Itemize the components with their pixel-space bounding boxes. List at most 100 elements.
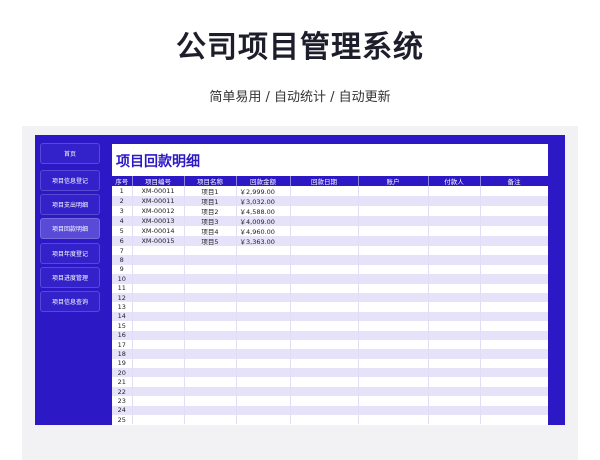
table-row[interactable]: 18 (112, 349, 548, 359)
table-cell (358, 264, 429, 275)
column-header: 项目编号 (132, 176, 185, 186)
table-cell (358, 292, 429, 303)
column-header: 回款日期 (290, 176, 359, 186)
table-cell (358, 206, 429, 216)
table-cell (358, 226, 429, 236)
table-cell (290, 302, 359, 312)
table-cell: 17 (112, 339, 133, 350)
table-row[interactable]: 17 (112, 339, 548, 350)
table-cell (480, 206, 548, 216)
table-cell (428, 377, 481, 387)
table-row[interactable]: 24 (112, 405, 548, 416)
table-cell (236, 339, 291, 350)
table-row[interactable]: 15 (112, 321, 548, 331)
table-cell: XM-00011 (132, 196, 185, 206)
table-cell: 项目1 (184, 196, 237, 206)
table-cell: 4 (112, 216, 133, 226)
table-cell (428, 405, 481, 416)
table-cell (290, 396, 359, 406)
table-cell (290, 349, 359, 359)
table-row[interactable]: 9 (112, 264, 548, 275)
table-cell (428, 264, 481, 275)
section-title: 项目回款明细 (116, 154, 200, 170)
table-cell (132, 302, 185, 312)
table-cell (428, 349, 481, 359)
table-row[interactable]: 20 (112, 368, 548, 378)
table-cell (290, 292, 359, 303)
table-row[interactable]: 25 (112, 415, 548, 425)
table-cell (236, 264, 291, 275)
table-row[interactable]: 19 (112, 358, 548, 369)
column-header: 付款人 (428, 176, 481, 186)
sidebar-item-annual-register[interactable]: 项目年度登记 (40, 242, 100, 264)
sidebar-item-project-register[interactable]: 项目信息登记 (40, 170, 100, 191)
table-cell (132, 321, 185, 331)
sidebar-item-query[interactable]: 项目信息查询 (40, 290, 100, 312)
table-cell (290, 311, 359, 322)
table-cell (428, 255, 481, 265)
table-cell: XM-00013 (132, 216, 185, 226)
sidebar-item-label: 项目信息查询 (51, 298, 88, 306)
table-row[interactable]: 10 (112, 274, 548, 284)
column-header: 项目名称 (184, 176, 237, 186)
table-cell: 项目1 (184, 186, 237, 196)
table-cell (132, 283, 185, 293)
table-cell (358, 405, 429, 416)
table-cell (428, 330, 481, 340)
table-cell (480, 264, 548, 275)
table-row[interactable]: 8 (112, 255, 548, 265)
table-row[interactable]: 3 XM-00012 项目2 ￥4,588.00 (112, 206, 548, 216)
table-cell (236, 415, 291, 425)
table-cell (184, 405, 237, 416)
table-row[interactable]: 16 (112, 330, 548, 340)
table-cell (480, 274, 548, 284)
table-row[interactable]: 2 XM-00011 项目1 ￥3,032.00 (112, 196, 548, 206)
table-cell (480, 368, 548, 378)
table-cell (290, 255, 359, 265)
table-row[interactable]: 1 XM-00011 项目1 ￥2,999.00 (112, 186, 548, 196)
table-row[interactable]: 12 (112, 292, 548, 303)
table-cell (184, 339, 237, 350)
table-cell (184, 349, 237, 359)
sidebar-item-payment-detail[interactable]: 项目回款明细 (40, 218, 100, 240)
sidebar-item-home[interactable]: 首页 (40, 143, 100, 164)
table-cell (428, 196, 481, 206)
table-cell (184, 386, 237, 397)
column-header: 账户 (358, 176, 429, 186)
table-row[interactable]: 4 XM-00013 项目3 ￥4,009.00 (112, 216, 548, 226)
sidebar-item-progress[interactable]: 项目进度管理 (40, 266, 100, 288)
table-row[interactable]: 6 XM-00015 项目5 ￥3,363.00 (112, 236, 548, 246)
table-cell (132, 311, 185, 322)
table-cell (428, 396, 481, 406)
sidebar-item-expense-detail[interactable]: 项目支出明细 (40, 194, 100, 216)
table-row[interactable]: 11 (112, 283, 548, 293)
table-cell (290, 216, 359, 226)
table-row[interactable]: 14 (112, 311, 548, 322)
table-cell (236, 255, 291, 265)
table-cell: 项目5 (184, 236, 237, 246)
table-cell (358, 311, 429, 322)
page-subtitle: 简单易用 / 自动统计 / 自动更新 (209, 90, 391, 105)
table-cell: ￥3,363.00 (236, 236, 291, 246)
table-row[interactable]: 22 (112, 386, 548, 397)
table-cell: ￥4,009.00 (236, 216, 291, 226)
table-cell (184, 274, 237, 284)
table-cell: ￥4,588.00 (236, 206, 291, 216)
table-cell: 25 (112, 415, 133, 425)
table-cell (184, 302, 237, 312)
table-cell (184, 368, 237, 378)
table-row[interactable]: 21 (112, 377, 548, 387)
table-row[interactable]: 23 (112, 396, 548, 406)
table-cell (184, 264, 237, 275)
table-cell: XM-00015 (132, 236, 185, 246)
table-cell (428, 226, 481, 236)
table-cell (428, 283, 481, 293)
table-row[interactable]: 13 (112, 302, 548, 312)
table-cell (358, 186, 429, 196)
table-cell (428, 368, 481, 378)
table-cell (184, 292, 237, 303)
table-row[interactable]: 5 XM-00014 项目4 ￥4,960.00 (112, 226, 548, 236)
table-cell (358, 321, 429, 331)
table-cell: ￥2,999.00 (236, 186, 291, 196)
table-row[interactable]: 7 (112, 246, 548, 256)
